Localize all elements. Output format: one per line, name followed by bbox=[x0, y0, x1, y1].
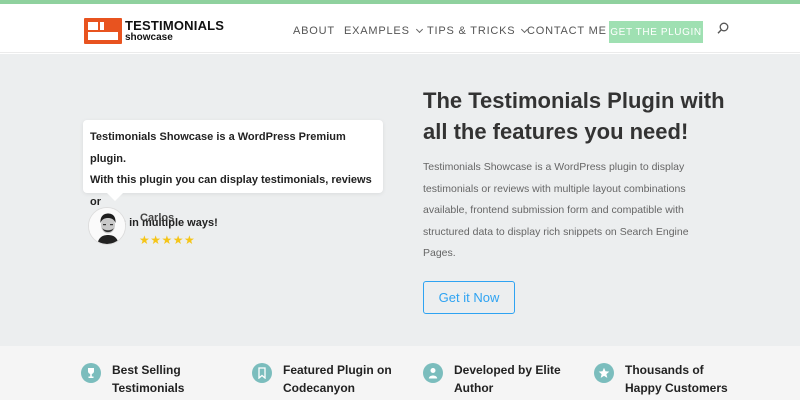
hero-description-line: available, frontend submission form and … bbox=[423, 204, 684, 216]
feature-item: Thousands of Happy Customers bbox=[594, 361, 728, 397]
bookmark-icon bbox=[252, 363, 272, 383]
feature-label: Developed by Elite Author bbox=[454, 361, 561, 397]
nav-item-label: ABOUT bbox=[293, 25, 335, 37]
bubble-tail bbox=[107, 193, 123, 201]
nav-item-about[interactable]: ABOUT bbox=[293, 25, 335, 37]
site-header: TESTIMONIALS showcase ABOUT EXAMPLES TIP… bbox=[0, 4, 800, 53]
nav-item-label: EXAMPLES bbox=[344, 25, 410, 37]
nav-item-contact[interactable]: CONTACT ME bbox=[527, 25, 607, 37]
quote-line: With this plugin you can display testimo… bbox=[90, 174, 372, 208]
chevron-down-icon bbox=[415, 25, 423, 34]
feature-line: Codecanyon bbox=[283, 381, 356, 395]
feature-label: Thousands of Happy Customers bbox=[625, 361, 728, 397]
quote-line: Testimonials Showcase is a WordPress Pre… bbox=[90, 131, 346, 165]
trophy-icon bbox=[81, 363, 101, 383]
feature-item: Developed by Elite Author bbox=[423, 361, 561, 397]
avatar bbox=[88, 207, 126, 245]
feature-item: Best Selling Testimonials bbox=[81, 361, 184, 397]
hero-description: Testimonials Showcase is a WordPress plu… bbox=[423, 157, 733, 265]
main-nav: ABOUT EXAMPLES TIPS & TRICKS CONTACT ME … bbox=[0, 21, 800, 43]
search-icon[interactable] bbox=[717, 21, 729, 34]
hero-description-line: structured data to display rich snippets… bbox=[423, 225, 689, 238]
feature-line: Developed by Elite bbox=[454, 363, 561, 377]
nav-item-label: CONTACT ME bbox=[527, 25, 607, 37]
testimonial-author: Carlos bbox=[140, 212, 175, 224]
hero-title-line: The Testimonials Plugin with bbox=[423, 88, 725, 113]
feature-line: Testimonials bbox=[112, 381, 185, 395]
hero-title-line: all the features you need! bbox=[423, 119, 689, 144]
features-strip: Best Selling Testimonials Featured Plugi… bbox=[0, 346, 800, 400]
feature-label: Featured Plugin on Codecanyon bbox=[283, 361, 392, 397]
get-it-now-button[interactable]: Get it Now bbox=[423, 281, 515, 314]
feature-line: Author bbox=[454, 381, 494, 395]
feature-item: Featured Plugin on Codecanyon bbox=[252, 361, 392, 397]
quote-line: quotes in multiple ways! bbox=[90, 217, 218, 229]
feature-line: Happy Customers bbox=[625, 381, 728, 395]
feature-label: Best Selling Testimonials bbox=[112, 361, 184, 397]
hero-description-line: Testimonials Showcase is a WordPress plu… bbox=[423, 161, 685, 173]
testimonial-quote: Testimonials Showcase is a WordPress Pre… bbox=[90, 127, 375, 235]
star-icon bbox=[594, 363, 614, 383]
nav-item-label: TIPS & TRICKS bbox=[427, 25, 516, 37]
feature-line: Thousands of bbox=[625, 363, 704, 377]
user-icon bbox=[423, 363, 443, 383]
hero-title: The Testimonials Plugin with all the fea… bbox=[423, 85, 753, 147]
hero-description-line: testimonials or reviews with multiple la… bbox=[423, 182, 686, 195]
rating-stars: ★★★★★ bbox=[139, 233, 196, 247]
feature-line: Best Selling bbox=[112, 363, 181, 377]
hero-description-line: Pages. bbox=[423, 247, 456, 259]
nav-item-tips-tricks[interactable]: TIPS & TRICKS bbox=[427, 25, 529, 37]
nav-item-examples[interactable]: EXAMPLES bbox=[344, 25, 423, 37]
feature-line: Featured Plugin on bbox=[283, 363, 392, 377]
get-plugin-button[interactable]: GET THE PLUGIN bbox=[609, 21, 703, 43]
testimonial-bubble: Testimonials Showcase is a WordPress Pre… bbox=[83, 120, 383, 229]
